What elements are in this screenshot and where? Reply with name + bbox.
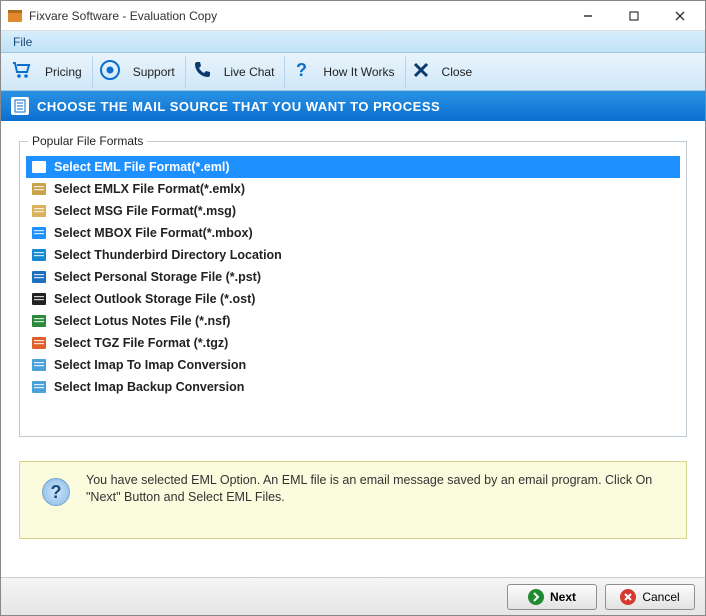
mail-icon xyxy=(30,181,48,197)
menubar: File xyxy=(1,31,705,53)
format-label: Select MSG File Format(*.msg) xyxy=(54,204,236,218)
menu-file[interactable]: File xyxy=(7,33,38,51)
footer: Next Cancel xyxy=(1,577,705,615)
toolbar-pricing[interactable]: Pricing xyxy=(5,56,93,88)
format-label: Select Imap Backup Conversion xyxy=(54,380,244,394)
cancel-label: Cancel xyxy=(642,590,679,604)
formats-fieldset: Popular File Formats Select EML File For… xyxy=(19,141,687,437)
outlook-dark-icon xyxy=(30,291,48,307)
format-option[interactable]: Select MBOX File Format(*.mbox) xyxy=(26,222,680,244)
format-label: Select Thunderbird Directory Location xyxy=(54,248,282,262)
window-title: Fixvare Software - Evaluation Copy xyxy=(29,9,217,23)
svg-text:?: ? xyxy=(296,60,307,80)
format-option[interactable]: Select Lotus Notes File (*.nsf) xyxy=(26,310,680,332)
close-window-button[interactable] xyxy=(657,1,703,31)
content-area: Popular File Formats Select EML File For… xyxy=(1,121,705,577)
format-option[interactable]: Select Imap To Imap Conversion xyxy=(26,354,680,376)
outlook-icon xyxy=(30,269,48,285)
format-label: Select TGZ File Format (*.tgz) xyxy=(54,336,228,350)
titlebar: Fixvare Software - Evaluation Copy xyxy=(1,1,705,31)
format-label: Select EMLX File Format(*.emlx) xyxy=(54,182,245,196)
toolbar: Pricing Support Live Chat ? How It Works… xyxy=(1,53,705,91)
format-label: Select Outlook Storage File (*.ost) xyxy=(54,292,255,306)
info-text: You have selected EML Option. An EML fil… xyxy=(86,472,670,506)
format-label: Select Lotus Notes File (*.nsf) xyxy=(54,314,230,328)
next-button[interactable]: Next xyxy=(507,584,597,610)
toolbar-label: Support xyxy=(133,65,175,79)
support-icon xyxy=(99,59,127,84)
formats-list: Select EML File Format(*.eml) Select EMLX… xyxy=(26,156,680,398)
format-option[interactable]: Select Outlook Storage File (*.ost) xyxy=(26,288,680,310)
close-icon xyxy=(412,61,436,82)
cart-icon xyxy=(11,60,39,83)
app-icon xyxy=(7,8,23,24)
format-label: Select MBOX File Format(*.mbox) xyxy=(54,226,253,240)
file-msg-icon xyxy=(30,203,48,219)
file-eml-icon xyxy=(30,159,48,175)
phone-icon xyxy=(192,60,218,83)
section-header: CHOOSE THE MAIL SOURCE THAT YOU WANT TO … xyxy=(1,91,705,121)
fieldset-legend: Popular File Formats xyxy=(28,134,147,148)
question-icon: ? xyxy=(291,60,317,83)
lotus-icon xyxy=(30,313,48,329)
cancel-icon xyxy=(620,589,636,605)
next-label: Next xyxy=(550,590,576,604)
file-mbox-icon xyxy=(30,225,48,241)
toolbar-support[interactable]: Support xyxy=(93,56,186,88)
format-label: Select Imap To Imap Conversion xyxy=(54,358,246,372)
format-option[interactable]: Select MSG File Format(*.msg) xyxy=(26,200,680,222)
toolbar-label: How It Works xyxy=(323,65,394,79)
toolbar-label: Pricing xyxy=(45,65,82,79)
toolbar-label: Close xyxy=(442,65,473,79)
info-box: ? You have selected EML Option. An EML f… xyxy=(19,461,687,539)
imap-icon xyxy=(30,357,48,373)
tgz-icon xyxy=(30,335,48,351)
format-option[interactable]: Select TGZ File Format (*.tgz) xyxy=(26,332,680,354)
toolbar-close[interactable]: Close xyxy=(406,56,483,88)
arrow-right-icon xyxy=(528,589,544,605)
cancel-button[interactable]: Cancel xyxy=(605,584,695,610)
toolbar-howitworks[interactable]: ? How It Works xyxy=(285,56,405,88)
imap-backup-icon xyxy=(30,379,48,395)
format-option[interactable]: Select Thunderbird Directory Location xyxy=(26,244,680,266)
document-icon xyxy=(11,97,29,115)
format-option[interactable]: Select Personal Storage File (*.pst) xyxy=(26,266,680,288)
minimize-button[interactable] xyxy=(565,1,611,31)
section-title: CHOOSE THE MAIL SOURCE THAT YOU WANT TO … xyxy=(37,99,440,114)
toolbar-livechat[interactable]: Live Chat xyxy=(186,56,286,88)
format-option[interactable]: Select Imap Backup Conversion xyxy=(26,376,680,398)
format-label: Select EML File Format(*.eml) xyxy=(54,160,230,174)
format-option[interactable]: Select EMLX File Format(*.emlx) xyxy=(26,178,680,200)
format-option[interactable]: Select EML File Format(*.eml) xyxy=(26,156,680,178)
info-icon: ? xyxy=(42,478,70,506)
toolbar-label: Live Chat xyxy=(224,65,275,79)
format-label: Select Personal Storage File (*.pst) xyxy=(54,270,261,284)
maximize-button[interactable] xyxy=(611,1,657,31)
thunderbird-icon xyxy=(30,247,48,263)
